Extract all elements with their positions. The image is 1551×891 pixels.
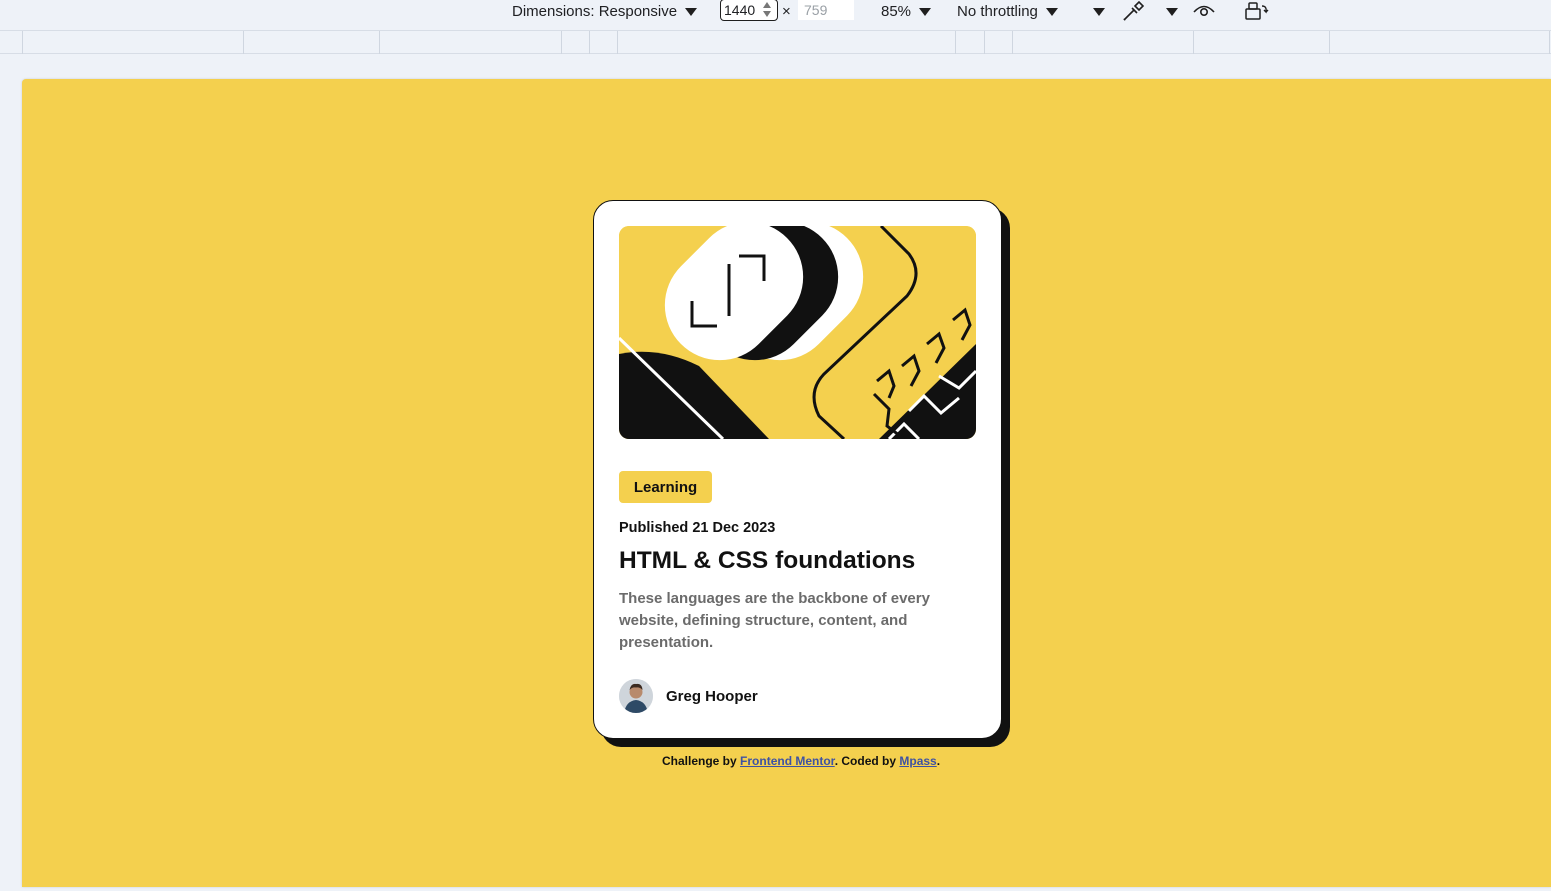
author-link[interactable]: Mpass	[899, 754, 936, 768]
chevron-down-icon	[1045, 8, 1058, 16]
times-separator: ×	[782, 2, 791, 20]
throttle-label: No throttling	[957, 2, 1038, 20]
width-input[interactable]: 1440	[720, 0, 778, 21]
category-tag: Learning	[619, 471, 712, 503]
zoom-dropdown[interactable]: 85%	[881, 0, 932, 22]
height-input[interactable]: 759	[798, 0, 854, 20]
dimensions-dropdown[interactable]: Dimensions: Responsive	[512, 0, 698, 22]
attribution-suffix: .	[936, 754, 941, 768]
chevron-down-icon	[685, 8, 698, 16]
zoom-label: 85%	[881, 2, 912, 20]
page-viewport: Learning Published 21 Dec 2023 HTML & CS…	[22, 79, 1551, 887]
options-dropdown[interactable]	[1093, 0, 1105, 22]
eyedropper-icon[interactable]	[1122, 0, 1144, 22]
width-value: 1440	[724, 2, 756, 18]
height-placeholder: 759	[804, 2, 828, 18]
author-row: Greg Hooper	[619, 679, 758, 713]
more-dropdown[interactable]	[1166, 0, 1178, 22]
attribution-middle: . Coded by	[834, 754, 900, 768]
attribution-prefix: Challenge by	[662, 754, 741, 768]
blog-card: Learning Published 21 Dec 2023 HTML & CS…	[593, 200, 1002, 739]
chevron-down-icon	[1166, 8, 1178, 16]
spinner-icon[interactable]	[761, 0, 773, 20]
hero-illustration	[619, 226, 976, 439]
dimensions-label: Dimensions: Responsive	[512, 2, 678, 20]
devtools-toolbar: Dimensions: Responsive 1440 × 759 85% No…	[0, 0, 1551, 22]
published-date: Published 21 Dec 2023	[619, 520, 776, 536]
chevron-down-icon	[919, 8, 932, 16]
avatar	[619, 679, 653, 713]
rotate-icon[interactable]	[1244, 0, 1270, 22]
card-description: These languages are the backbone of ever…	[619, 590, 930, 651]
media-query-ruler	[0, 30, 1551, 54]
chevron-down-icon	[1093, 8, 1105, 16]
eye-icon[interactable]	[1192, 0, 1216, 22]
frontend-mentor-link[interactable]: Frontend Mentor	[740, 754, 835, 768]
author-name: Greg Hooper	[666, 687, 758, 705]
throttling-dropdown[interactable]: No throttling	[957, 0, 1058, 22]
card-title[interactable]: HTML & CSS foundations	[619, 547, 915, 575]
